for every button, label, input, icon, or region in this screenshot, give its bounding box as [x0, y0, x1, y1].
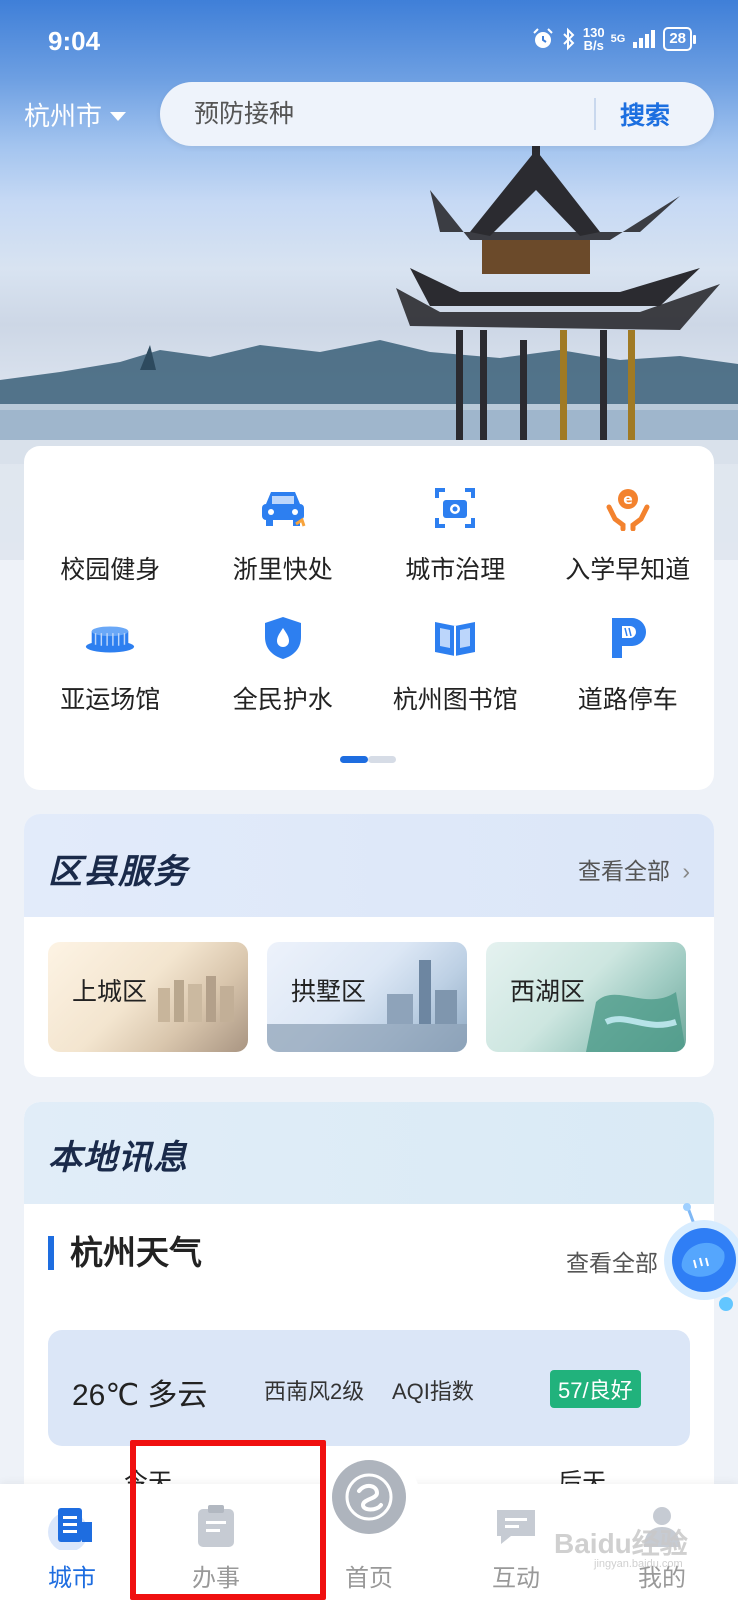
hangzhou-logo-icon	[345, 1473, 393, 1521]
district-header: 区县服务 查看全部 ›	[24, 814, 714, 917]
app-zheli-kuaichu[interactable]: 浙里快处	[197, 482, 370, 586]
app-label: 城市治理	[405, 556, 506, 584]
water-shield-icon	[257, 612, 309, 664]
weather-summary[interactable]: 26℃ 多云 西南风2级 AQI指数 57/良好	[48, 1330, 690, 1446]
district-card-shangcheng[interactable]: 上城区	[48, 942, 248, 1052]
tab-interaction[interactable]: 互动	[446, 1484, 586, 1600]
chevron-right-icon: ›	[682, 858, 690, 884]
city-name: 杭州市	[24, 101, 103, 131]
app-school-admission[interactable]: e 入学早知道	[542, 482, 715, 586]
battery-indicator: 28	[663, 27, 696, 51]
district-view-all-link[interactable]: 查看全部 ›	[578, 852, 690, 886]
ai-assistant-button[interactable]	[660, 1202, 738, 1322]
district-name: 拱墅区	[291, 978, 367, 1006]
aqi-badge: 57/良好	[550, 1370, 641, 1408]
status-bar: 9:04 130 B/s 5G 28	[0, 22, 738, 62]
tab-mine[interactable]: 我的	[592, 1484, 732, 1600]
weather-aqi-label: AQI指数	[392, 1379, 474, 1404]
app-label: 道路停车	[577, 686, 678, 714]
page-dot-active	[340, 756, 368, 763]
app-label: 浙里快处	[232, 556, 333, 584]
services-card: 校园健身 浙里快处 城市治理 e 入学早知道 亚运场馆 全民护水 杭州图书馆 道…	[24, 446, 714, 790]
district-name: 上城区	[72, 978, 148, 1006]
app-label: 校园健身	[60, 556, 161, 584]
weather-temp: 26℃ 多云	[72, 1379, 208, 1412]
robot-assistant-icon	[664, 1203, 738, 1311]
news-header: 本地讯息	[24, 1102, 714, 1204]
app-label: 亚运场馆	[60, 686, 161, 714]
search-button[interactable]: 搜索	[620, 96, 670, 132]
weather-wind: 西南风2级	[264, 1379, 365, 1404]
signal-icon	[633, 30, 656, 48]
app-hangzhou-library[interactable]: 杭州图书馆	[369, 612, 542, 716]
app-asian-games-venues[interactable]: 亚运场馆	[24, 612, 197, 716]
district-services-card: 区县服务 查看全部 › 上城区 拱墅区 西湖区	[24, 814, 714, 1077]
net-speed: 130 B/s	[583, 26, 605, 52]
car-accident-icon	[257, 482, 309, 534]
news-title: 本地讯息	[48, 1139, 188, 1177]
net-speed-unit: B/s	[583, 38, 604, 53]
tab-label: 我的	[638, 1565, 686, 1592]
alarm-icon	[533, 28, 553, 48]
app-road-parking[interactable]: 道路停车	[542, 612, 715, 716]
app-water-protection[interactable]: 全民护水	[197, 612, 370, 716]
app-grid: 校园健身 浙里快处 城市治理 e 入学早知道 亚运场馆 全民护水 杭州图书馆 道…	[24, 482, 714, 716]
stadium-icon	[84, 612, 136, 664]
parking-icon	[602, 612, 654, 664]
weather-view-all-link[interactable]: 查看全部	[566, 1244, 658, 1278]
bluetooth-icon	[563, 27, 575, 51]
view-all-label: 查看全部	[577, 858, 670, 884]
page-indicator	[340, 756, 396, 763]
chat-bubble-icon	[493, 1502, 539, 1550]
tab-affairs[interactable]: 办事	[146, 1484, 286, 1600]
user-profile-icon	[640, 1502, 684, 1550]
svg-text:e: e	[623, 492, 633, 508]
district-title: 区县服务	[48, 853, 188, 891]
status-time: 9:04	[48, 26, 101, 56]
tab-label: 办事	[192, 1565, 240, 1592]
status-icons: 130 B/s 5G 28	[531, 26, 696, 52]
campus-fitness-icon	[84, 482, 136, 534]
city-selector[interactable]: 杭州市	[24, 96, 127, 133]
app-label: 入学早知道	[565, 556, 691, 584]
tab-city[interactable]: 城市	[2, 1484, 142, 1600]
district-card-xihu[interactable]: 西湖区	[486, 942, 686, 1052]
education-hands-icon: e	[602, 482, 654, 534]
tab-label: 城市	[48, 1565, 96, 1592]
tab-label: 互动	[492, 1565, 540, 1592]
district-card-gongshu[interactable]: 拱墅区	[267, 942, 467, 1052]
app-campus-fitness[interactable]: 校园健身	[24, 482, 197, 586]
clipboard-icon	[194, 1502, 238, 1550]
book-icon	[429, 612, 481, 664]
search-bar[interactable]: 搜索	[160, 82, 714, 146]
weather-title: 杭州天气	[48, 1236, 202, 1270]
network-type: 5G	[610, 33, 626, 45]
app-label: 全民护水	[232, 686, 333, 714]
page-dot	[368, 756, 396, 763]
app-label: 杭州图书馆	[392, 686, 518, 714]
city-building-icon	[46, 1502, 98, 1550]
district-name: 西湖区	[510, 978, 586, 1006]
search-input[interactable]	[194, 99, 594, 129]
district-list: 上城区 拱墅区 西湖区	[48, 942, 686, 1052]
search-divider	[594, 98, 596, 130]
app-city-governance[interactable]: 城市治理	[369, 482, 542, 586]
camera-icon	[429, 482, 481, 534]
caret-down-icon	[110, 111, 127, 121]
tab-label: 首页	[345, 1565, 393, 1592]
home-logo-button[interactable]	[332, 1460, 406, 1534]
